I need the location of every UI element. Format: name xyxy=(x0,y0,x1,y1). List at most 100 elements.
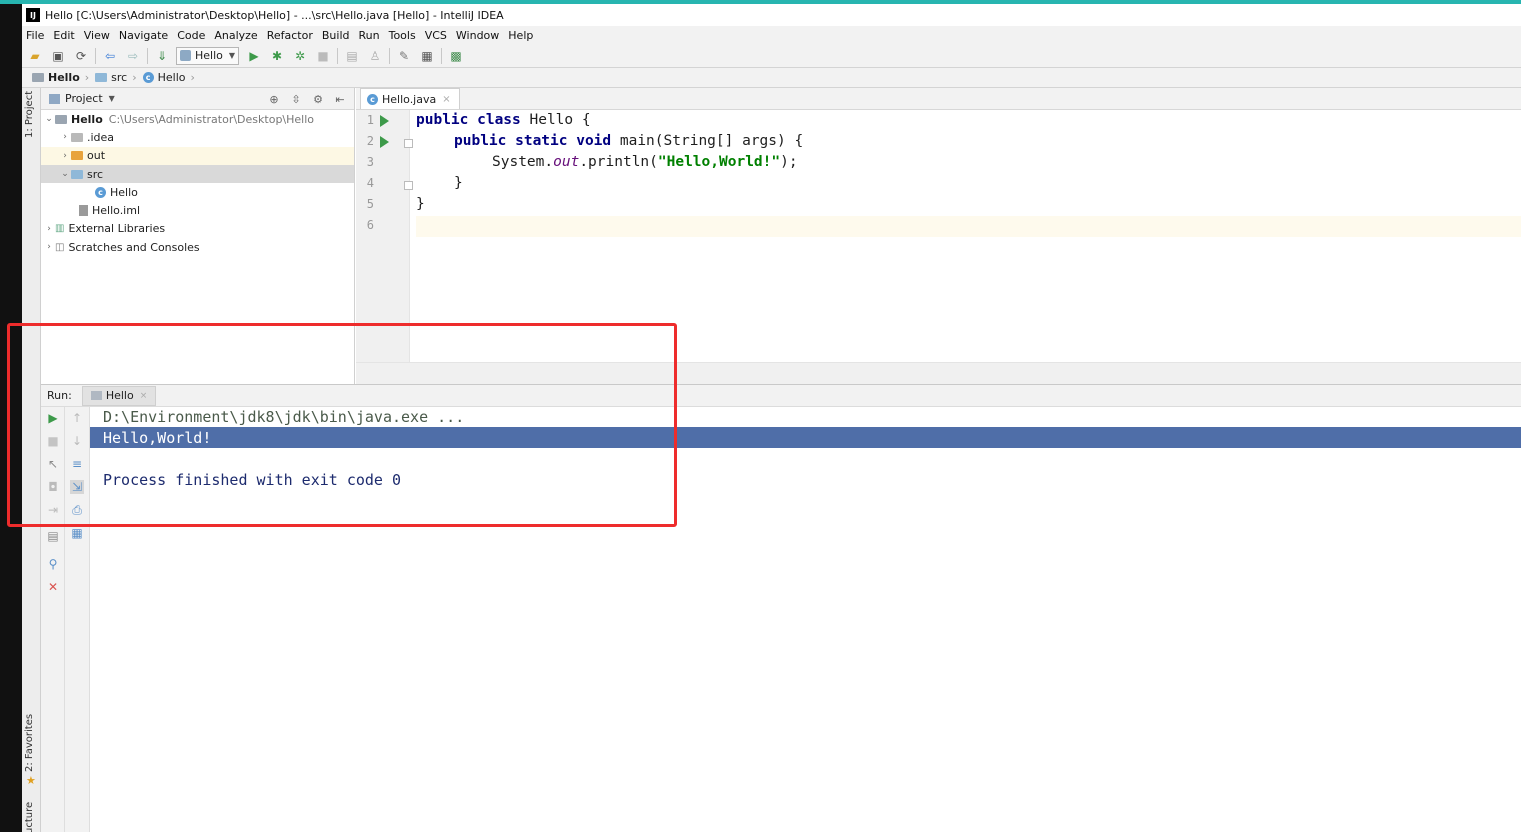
chevron-down-icon[interactable]: ⌄ xyxy=(43,114,55,124)
collapse-all-icon[interactable]: ⇳ xyxy=(288,91,304,107)
tree-label: .idea xyxy=(87,130,115,144)
sdk-manager-icon[interactable]: ▩ xyxy=(447,47,465,65)
structure-tool-tab[interactable]: ucture xyxy=(24,802,35,832)
toolbar-separator xyxy=(147,47,148,64)
hide-panel-icon[interactable]: ⇤ xyxy=(332,91,348,107)
menu-refactor[interactable]: Refactor xyxy=(267,29,313,42)
scratches-icon: ◫ xyxy=(55,241,65,253)
java-class-icon: c xyxy=(95,186,106,198)
project-panel-title[interactable]: Project xyxy=(65,92,103,105)
menu-vcs[interactable]: VCS xyxy=(425,29,447,42)
favorites-tool-tab[interactable]: 2: Favorites xyxy=(24,714,35,772)
chevron-right-icon[interactable]: › xyxy=(43,224,55,234)
toolbar-separator xyxy=(441,47,443,64)
chevron-right-icon[interactable]: › xyxy=(59,151,71,161)
tree-item-out[interactable]: › out xyxy=(41,146,354,165)
run-with-coverage-icon[interactable]: ✲ xyxy=(291,47,309,65)
toolbar-separator xyxy=(389,47,391,64)
menu-navigate[interactable]: Navigate xyxy=(119,29,168,42)
debug-icon[interactable]: ✱ xyxy=(268,47,286,65)
fold-icon[interactable] xyxy=(404,181,413,190)
chevron-down-icon: ▼ xyxy=(228,51,236,60)
module-file-icon xyxy=(79,205,88,217)
tree-item-scratches[interactable]: › ◫ Scratches and Consoles xyxy=(41,238,354,256)
code-text: .println( xyxy=(579,154,658,170)
build-project-icon[interactable]: ⇓ xyxy=(153,47,171,65)
layout-icon[interactable]: ▤ xyxy=(46,529,60,543)
static-field: out xyxy=(553,154,580,170)
code-text: } xyxy=(416,196,425,212)
intellij-app-icon: IJ xyxy=(26,8,40,22)
breadcrumb-label: Hello xyxy=(157,71,186,84)
chevron-down-icon[interactable]: ▼ xyxy=(109,94,115,103)
tree-label: External Libraries xyxy=(68,222,166,236)
library-icon: ▥ xyxy=(55,223,65,235)
breadcrumb-src[interactable]: src › xyxy=(95,71,137,84)
tree-item-src[interactable]: ⌄ src xyxy=(41,164,354,184)
menu-help[interactable]: Help xyxy=(508,29,533,42)
attach-debugger-icon[interactable]: ▤ xyxy=(343,47,361,65)
fold-icon[interactable] xyxy=(404,139,413,148)
tree-label: Hello xyxy=(71,112,103,126)
settings-wrench-icon[interactable]: ✎ xyxy=(395,47,413,65)
breadcrumb: Hello › src › c Hello › xyxy=(22,68,1521,88)
menu-tools[interactable]: Tools xyxy=(389,29,416,42)
menu-edit[interactable]: Edit xyxy=(53,29,74,42)
menu-bar: File Edit View Navigate Code Analyze Ref… xyxy=(22,26,1521,44)
project-folder-icon xyxy=(32,73,44,82)
tree-label: Hello.iml xyxy=(92,204,141,218)
open-folder-icon[interactable]: ▰ xyxy=(26,47,44,65)
tree-item-hello-iml[interactable]: Hello.iml xyxy=(41,201,354,219)
code-text: main(String[] args) { xyxy=(611,133,804,149)
breadcrumb-project[interactable]: Hello › xyxy=(32,71,89,84)
clear-all-icon[interactable]: ▦ xyxy=(70,526,84,540)
project-tool-tab[interactable]: 1: Project xyxy=(24,91,35,138)
chevron-down-icon[interactable]: ⌄ xyxy=(59,169,71,179)
tree-item-external-libraries[interactable]: › ▥ External Libraries xyxy=(41,220,354,238)
run-gutter-icon[interactable] xyxy=(380,136,389,148)
close-icon[interactable]: ✕ xyxy=(46,580,60,594)
close-icon[interactable]: × xyxy=(442,94,450,105)
menu-file[interactable]: File xyxy=(26,29,44,42)
menu-window[interactable]: Window xyxy=(456,29,499,42)
menu-build[interactable]: Build xyxy=(322,29,350,42)
current-line-highlight xyxy=(416,216,1521,237)
breadcrumb-class[interactable]: c Hello › xyxy=(142,71,195,84)
tree-item-hello-project[interactable]: ⌄ Hello C:\Users\Administrator\Desktop\H… xyxy=(41,110,354,128)
editor-tab-bar: c Hello.java × xyxy=(356,88,1521,110)
run-config-icon xyxy=(180,50,191,61)
run-icon[interactable]: ▶ xyxy=(245,47,263,65)
menu-analyze[interactable]: Analyze xyxy=(214,29,257,42)
tree-item-idea[interactable]: › .idea xyxy=(41,128,354,146)
code-line-1: public class Hello { xyxy=(416,110,591,131)
tab-hello-java[interactable]: c Hello.java × xyxy=(360,88,460,109)
string-literal: "Hello,World!" xyxy=(657,154,781,170)
menu-view[interactable]: View xyxy=(84,29,110,42)
tab-label: Hello.java xyxy=(382,92,437,106)
tree-label: src xyxy=(87,167,104,181)
project-folder-icon xyxy=(55,114,67,124)
forward-arrow-icon[interactable]: ⇨ xyxy=(124,47,142,65)
menu-code[interactable]: Code xyxy=(177,29,205,42)
chevron-right-icon[interactable]: › xyxy=(59,132,71,142)
main-toolbar: ▰ ▣ ⟳ ⇦ ⇨ ⇓ Hello ▼ ▶ ✱ ✲ ■ ▤ ♙ ✎ ▦ ▩ xyxy=(22,44,1521,68)
pin-icon[interactable]: ⚲ xyxy=(46,557,60,571)
run-gutter-icon[interactable] xyxy=(380,115,389,127)
breadcrumb-label: Hello xyxy=(48,71,80,84)
locate-icon[interactable]: ⊕ xyxy=(266,91,282,107)
tree-item-hello-class[interactable]: c Hello xyxy=(41,183,354,201)
project-structure-icon[interactable]: ▦ xyxy=(418,47,436,65)
project-tree: ⌄ Hello C:\Users\Administrator\Desktop\H… xyxy=(41,110,354,256)
save-all-icon[interactable]: ▣ xyxy=(49,47,67,65)
title-bar: IJ Hello [C:\Users\Administrator\Desktop… xyxy=(22,4,1521,26)
run-configuration-select[interactable]: Hello ▼ xyxy=(176,46,240,65)
profile-icon[interactable]: ♙ xyxy=(366,47,384,65)
sync-icon[interactable]: ⟳ xyxy=(72,47,90,65)
chevron-right-icon[interactable]: › xyxy=(43,242,55,252)
stop-icon[interactable]: ■ xyxy=(314,47,332,65)
back-arrow-icon[interactable]: ⇦ xyxy=(101,47,119,65)
gear-icon[interactable]: ⚙ xyxy=(310,91,326,107)
menu-run[interactable]: Run xyxy=(359,29,380,42)
project-panel-actions: ⊕ ⇳ ⚙ ⇤ xyxy=(260,91,348,107)
chevron-right-icon: › xyxy=(132,71,137,84)
